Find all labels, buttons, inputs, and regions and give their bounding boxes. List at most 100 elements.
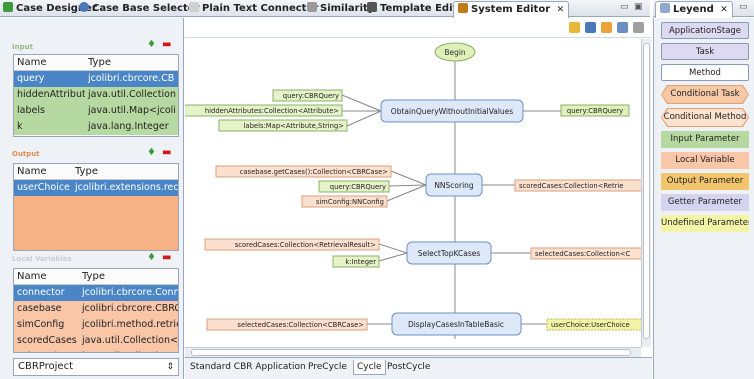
scrollbar-thumb[interactable] [191,349,631,356]
param-label: scoredCases:Collection<RetrievalResult> [235,241,376,249]
row-type: jcolibri.method.retriev [82,319,178,330]
column-type-header[interactable]: Type [79,269,178,284]
table-row[interactable]: userChoice jcolibri.extensions.recor [14,180,178,196]
method-label: NNScoring [434,181,474,190]
tab-case-base-selector[interactable]: Case Base Selector [79,1,200,16]
row-type: jcolibri.cbrcore.CBRC [82,303,178,314]
output-table[interactable]: Name Type userChoice jcolibri.extensions.… [13,163,179,251]
param-label: query:CBRQuery [330,183,386,191]
tab-system-editor[interactable]: System Editor ✕ [453,1,570,18]
method-label: DisplayCasesInTableBasic [408,320,504,329]
table-row[interactable]: connector jcolibri.cbrcore.Conne [14,285,178,301]
tab-similarity[interactable]: Similarity [307,1,374,16]
param-label: selectedCases:Collection<C [535,250,630,258]
table-row[interactable]: k java.lang.Integer [14,119,178,135]
remove-output-icon[interactable]: ▬ [162,147,171,158]
close-tab-icon[interactable]: ✕ [720,5,728,15]
local-variables-table[interactable]: Name Type connector jcolibri.cbrcore.Conn… [13,268,179,353]
param-connector [341,94,382,112]
table-row[interactable]: simConfig jcolibri.method.retriev [14,317,178,333]
tab-postcycle[interactable]: PostCycle [384,360,433,375]
template-editor-icon [367,2,377,12]
add-output-icon[interactable]: ♦ [147,147,156,158]
tab-cycle[interactable]: Cycle [353,360,386,375]
param-label: userChoice:UserChoice [551,321,630,329]
tab-label: Plain Text Connector [202,3,319,14]
input-table[interactable]: Name Type query jcolibri.cbrcore.CB hidde… [13,54,179,137]
row-type: jcolibri.extensions.recor [75,182,178,193]
save-icon[interactable] [617,22,628,33]
close-tab-icon[interactable]: ✕ [557,5,565,15]
minimize-icon[interactable]: ▭ [620,2,629,12]
tab-plain-text-connector[interactable]: Plain Text Connector [189,1,318,16]
similarity-icon [307,2,317,12]
param-label: labels:Map<Attribute,String> [244,122,344,130]
legend-method: Method [661,64,749,81]
legend-getter-parameter: Getter Parameter [661,194,749,211]
table-row[interactable]: selectedCasesjava.util.Collection<jc [14,349,178,352]
table-header: Name Type [14,55,178,71]
output-section-title: Output [12,150,40,158]
param-connector [390,170,427,186]
tab-label: System Editor [471,4,551,15]
row-name: scoredCases [17,335,77,346]
tab-legend[interactable]: Leyend ✕ [655,1,733,18]
row-name: query [17,73,45,84]
row-name: casebase [17,303,62,314]
table-header: Name Type [14,269,178,285]
column-name-header[interactable]: Name [14,269,79,284]
minimize-icon[interactable]: ▭ [739,2,748,12]
legend-view-tab[interactable]: Leyend ✕ ▭ [653,0,754,18]
param-label: k:Integer [345,258,376,266]
tab-standard-cbr-application[interactable]: Standard CBR Application [187,360,309,375]
row-type: java.util.Map<jcoli [88,105,176,116]
table-row[interactable]: scoredCases java.util.Collection<jc [14,333,178,349]
param-label: query:CBRQuery [567,107,623,115]
param-connector [386,184,427,202]
legend-conditional-method-border: Conditional Method [661,108,749,127]
param-label: hiddenAttributes:Collection<Attribute> [205,107,339,115]
project-select[interactable]: CBRProject ⇕ [13,358,179,376]
input-section-title: Input [12,43,33,51]
table-header: Name Type [14,164,178,180]
method-label: ObtainQueryWithoutInitialValues [391,107,513,116]
table-row[interactable]: casebase jcolibri.cbrcore.CBRC [14,301,178,317]
remove-input-icon[interactable]: ▬ [162,39,171,50]
case-designer-icon [3,2,13,12]
remove-local-icon[interactable]: ▬ [162,252,171,263]
table-row[interactable]: query jcolibri.cbrcore.CB [14,71,178,87]
add-input-icon[interactable]: ♦ [147,39,156,50]
variables-panel: Input ♦ ▬ Name Type query jcolibri.cbrcor… [0,18,184,379]
row-name: selectedCases [14,349,79,352]
plain-text-connector-icon [189,2,199,12]
workflow-canvas[interactable]: Begin query:CBRQuery hiddenAttributes:Co… [185,39,641,347]
project-select-value: CBRProject [18,361,74,372]
row-type: java.util.Collection<jc [82,335,178,346]
edit-icon[interactable] [633,22,644,33]
row-name: connector [17,287,65,298]
row-type: jcolibri.cbrcore.CB [88,73,175,84]
column-name-header[interactable]: Name [14,55,85,70]
horizontal-scrollbar[interactable] [185,347,641,357]
tab-precycle[interactable]: PreCycle [305,360,350,375]
row-type: java.util.Collection [88,89,176,100]
column-type-header[interactable]: Type [72,164,178,179]
add-local-icon[interactable]: ♦ [147,252,156,263]
column-type-header[interactable]: Type [85,55,178,70]
table-row[interactable]: labels java.util.Map<jcoli [14,103,178,119]
local-variables-section-title: Local Variables [12,255,72,263]
stage-tabs: Standard CBR Application PreCycle Cycle … [185,357,652,379]
vertical-scrollbar[interactable] [641,39,651,347]
param-label: scoredCases:Collection<Retrie [519,182,624,190]
open-folder-icon[interactable] [601,22,612,33]
case-base-selector-icon [79,2,89,12]
legend-conditional-task: Conditional Task [662,86,748,103]
row-name: hiddenAttributes [17,89,85,100]
table-row[interactable]: hiddenAttributesjava.util.Collection [14,87,178,103]
grid-icon[interactable] [585,22,596,33]
layout-icon[interactable] [569,22,580,33]
row-name: userChoice [17,182,70,193]
maximize-icon[interactable]: ▣ [634,2,643,12]
scrollbar-thumb[interactable] [643,43,650,339]
column-name-header[interactable]: Name [14,164,72,179]
